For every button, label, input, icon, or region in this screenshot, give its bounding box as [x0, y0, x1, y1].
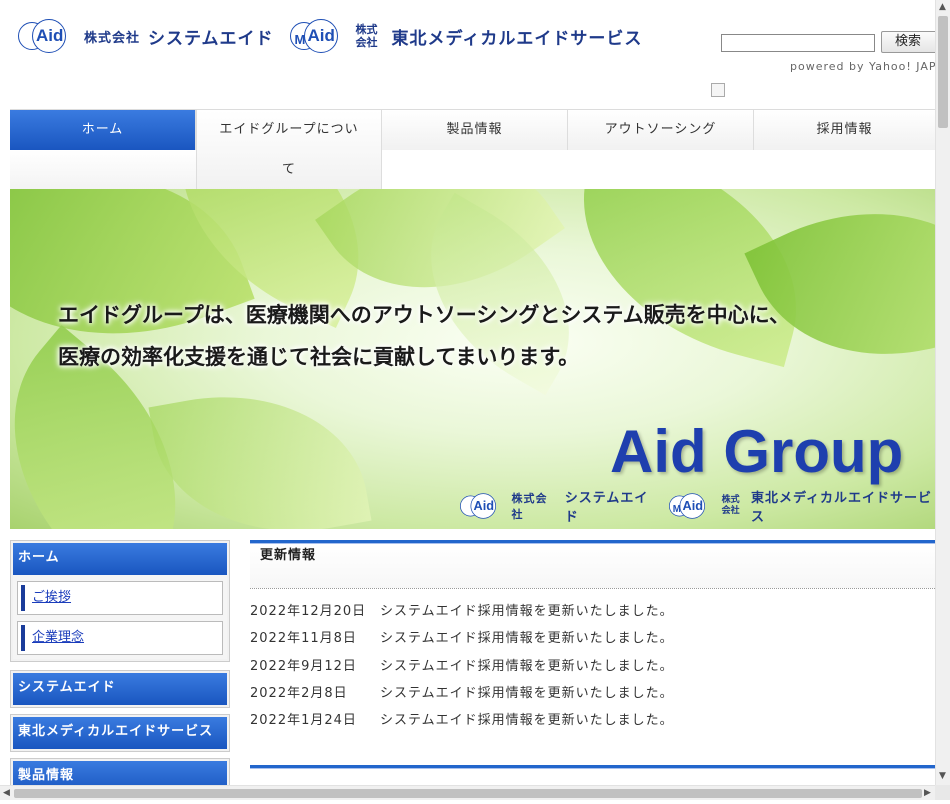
- news-text: システムエイド採用情報を更新いたしました。: [380, 658, 674, 674]
- sidebar-link-greeting[interactable]: ご挨拶: [17, 581, 223, 615]
- hero-logos: Aid 株式会社 システムエイド M Aid 株式 会社 東北メディカルエイドサ…: [460, 491, 935, 525]
- news-item: 2022年11月8日 システムエイド採用情報を更新いたしました。: [250, 626, 935, 653]
- vertical-scrollbar[interactable]: ▲ ▼: [935, 0, 950, 785]
- search-input[interactable]: [721, 34, 875, 52]
- hero-system-aid-logo-icon: Aid: [460, 493, 496, 519]
- system-aid-logo-icon[interactable]: Aid: [18, 19, 74, 53]
- horizontal-scroll-thumb[interactable]: [14, 789, 922, 798]
- news-item: 2022年12月20日 システムエイド採用情報を更新いたしました。: [250, 599, 935, 626]
- news-title: 更新情報: [250, 544, 935, 589]
- news-item: 2022年2月8日 システムエイド採用情報を更新いたしました。: [250, 681, 935, 708]
- logo1-kabushiki: 株式会社: [84, 30, 141, 46]
- news-date: 2022年11月8日: [250, 631, 357, 647]
- sidebar-box-tohoku: 東北メディカルエイドサービス: [10, 714, 230, 752]
- news-text: システムエイド採用情報を更新いたしました。: [380, 631, 674, 647]
- logo2-company-name: 東北メディカルエイドサービス: [391, 28, 643, 49]
- hero-tohoku-logo-icon: M Aid: [668, 493, 705, 519]
- nav-item-products[interactable]: 製品情報: [382, 110, 568, 150]
- nav-item-about[interactable]: エイドグループについ て: [196, 110, 382, 190]
- news-item: 2022年1月24日 システムエイド採用情報を更新いたしました。: [250, 708, 935, 735]
- news-date: 2022年12月20日: [250, 604, 367, 619]
- horizontal-scrollbar[interactable]: ◀ ▶: [0, 785, 935, 800]
- hero-message-line2: 医療の効率化支援を通じて社会に貢献してまいります。: [58, 345, 580, 369]
- hero-banner: エイドグループは、医療機関へのアウトソーシングとシステム販売を中心に、 医療の効…: [10, 189, 935, 529]
- scroll-right-icon[interactable]: ▶: [924, 788, 931, 798]
- nav-item-outsourcing[interactable]: アウトソーシング: [568, 110, 754, 150]
- scroll-left-icon[interactable]: ◀: [3, 788, 10, 798]
- news-text: システムエイド採用情報を更新いたしました。: [380, 604, 674, 619]
- scrollbar-corner: [935, 785, 950, 800]
- sidebar-box-system-aid: システムエイド: [10, 670, 230, 708]
- sidebar-link-philosophy[interactable]: 企業理念: [17, 621, 223, 655]
- news-date: 2022年1月24日: [250, 713, 357, 729]
- global-nav: ホーム エイドグループについ て 製品情報 アウトソーシング 採用情報: [10, 109, 935, 190]
- logo2-kabushiki: 株式 会社: [355, 23, 378, 49]
- broken-image-icon: [711, 83, 725, 97]
- news-text: システムエイド採用情報を更新いたしました。: [380, 713, 674, 729]
- news-section: 更新情報 2022年12月20日 システムエイド採用情報を更新いたしました。 2…: [250, 540, 935, 769]
- scroll-up-icon[interactable]: ▲: [939, 2, 946, 12]
- hero-brand: Aid Group: [610, 418, 904, 485]
- tohoku-medical-aid-logo-icon[interactable]: M Aid: [289, 19, 346, 53]
- hero-message-line1: エイドグループは、医療機関へのアウトソーシングとシステム販売を中心に、: [58, 303, 791, 327]
- search-button[interactable]: 検索: [881, 31, 943, 53]
- powered-by-text: powered by Yahoo! JAPAN: [790, 60, 935, 73]
- news-date: 2022年9月12日: [250, 658, 357, 674]
- sidebar-home-box: ホーム ご挨拶 企業理念: [10, 540, 230, 662]
- sidebar-item-tohoku-medical[interactable]: 東北メディカルエイドサービス: [13, 717, 227, 749]
- nav-item-recruit[interactable]: 採用情報: [754, 110, 935, 150]
- news-date: 2022年2月8日: [250, 685, 348, 701]
- news-list: 2022年12月20日 システムエイド採用情報を更新いたしました。 2022年1…: [250, 599, 935, 735]
- news-item: 2022年9月12日 システムエイド採用情報を更新いたしました。: [250, 654, 935, 681]
- sidebar: ホーム ご挨拶 企業理念 システムエイド 東北メディカルエイドサービス 製品情報: [10, 540, 230, 804]
- sidebar-item-system-aid[interactable]: システムエイド: [13, 673, 227, 705]
- section-divider-2: [250, 765, 935, 769]
- news-text: システムエイド採用情報を更新いたしました。: [380, 685, 674, 701]
- logo1-company-name: システムエイド: [148, 28, 274, 49]
- header-logos: Aid 株式会社 システムエイド M Aid 株式 会社 東北メディカルエイドサ…: [18, 18, 642, 54]
- nav-item-home[interactable]: ホーム: [10, 110, 196, 150]
- sidebar-item-home[interactable]: ホーム: [13, 543, 227, 575]
- scroll-down-icon[interactable]: ▼: [939, 771, 946, 781]
- vertical-scroll-thumb[interactable]: [938, 16, 948, 128]
